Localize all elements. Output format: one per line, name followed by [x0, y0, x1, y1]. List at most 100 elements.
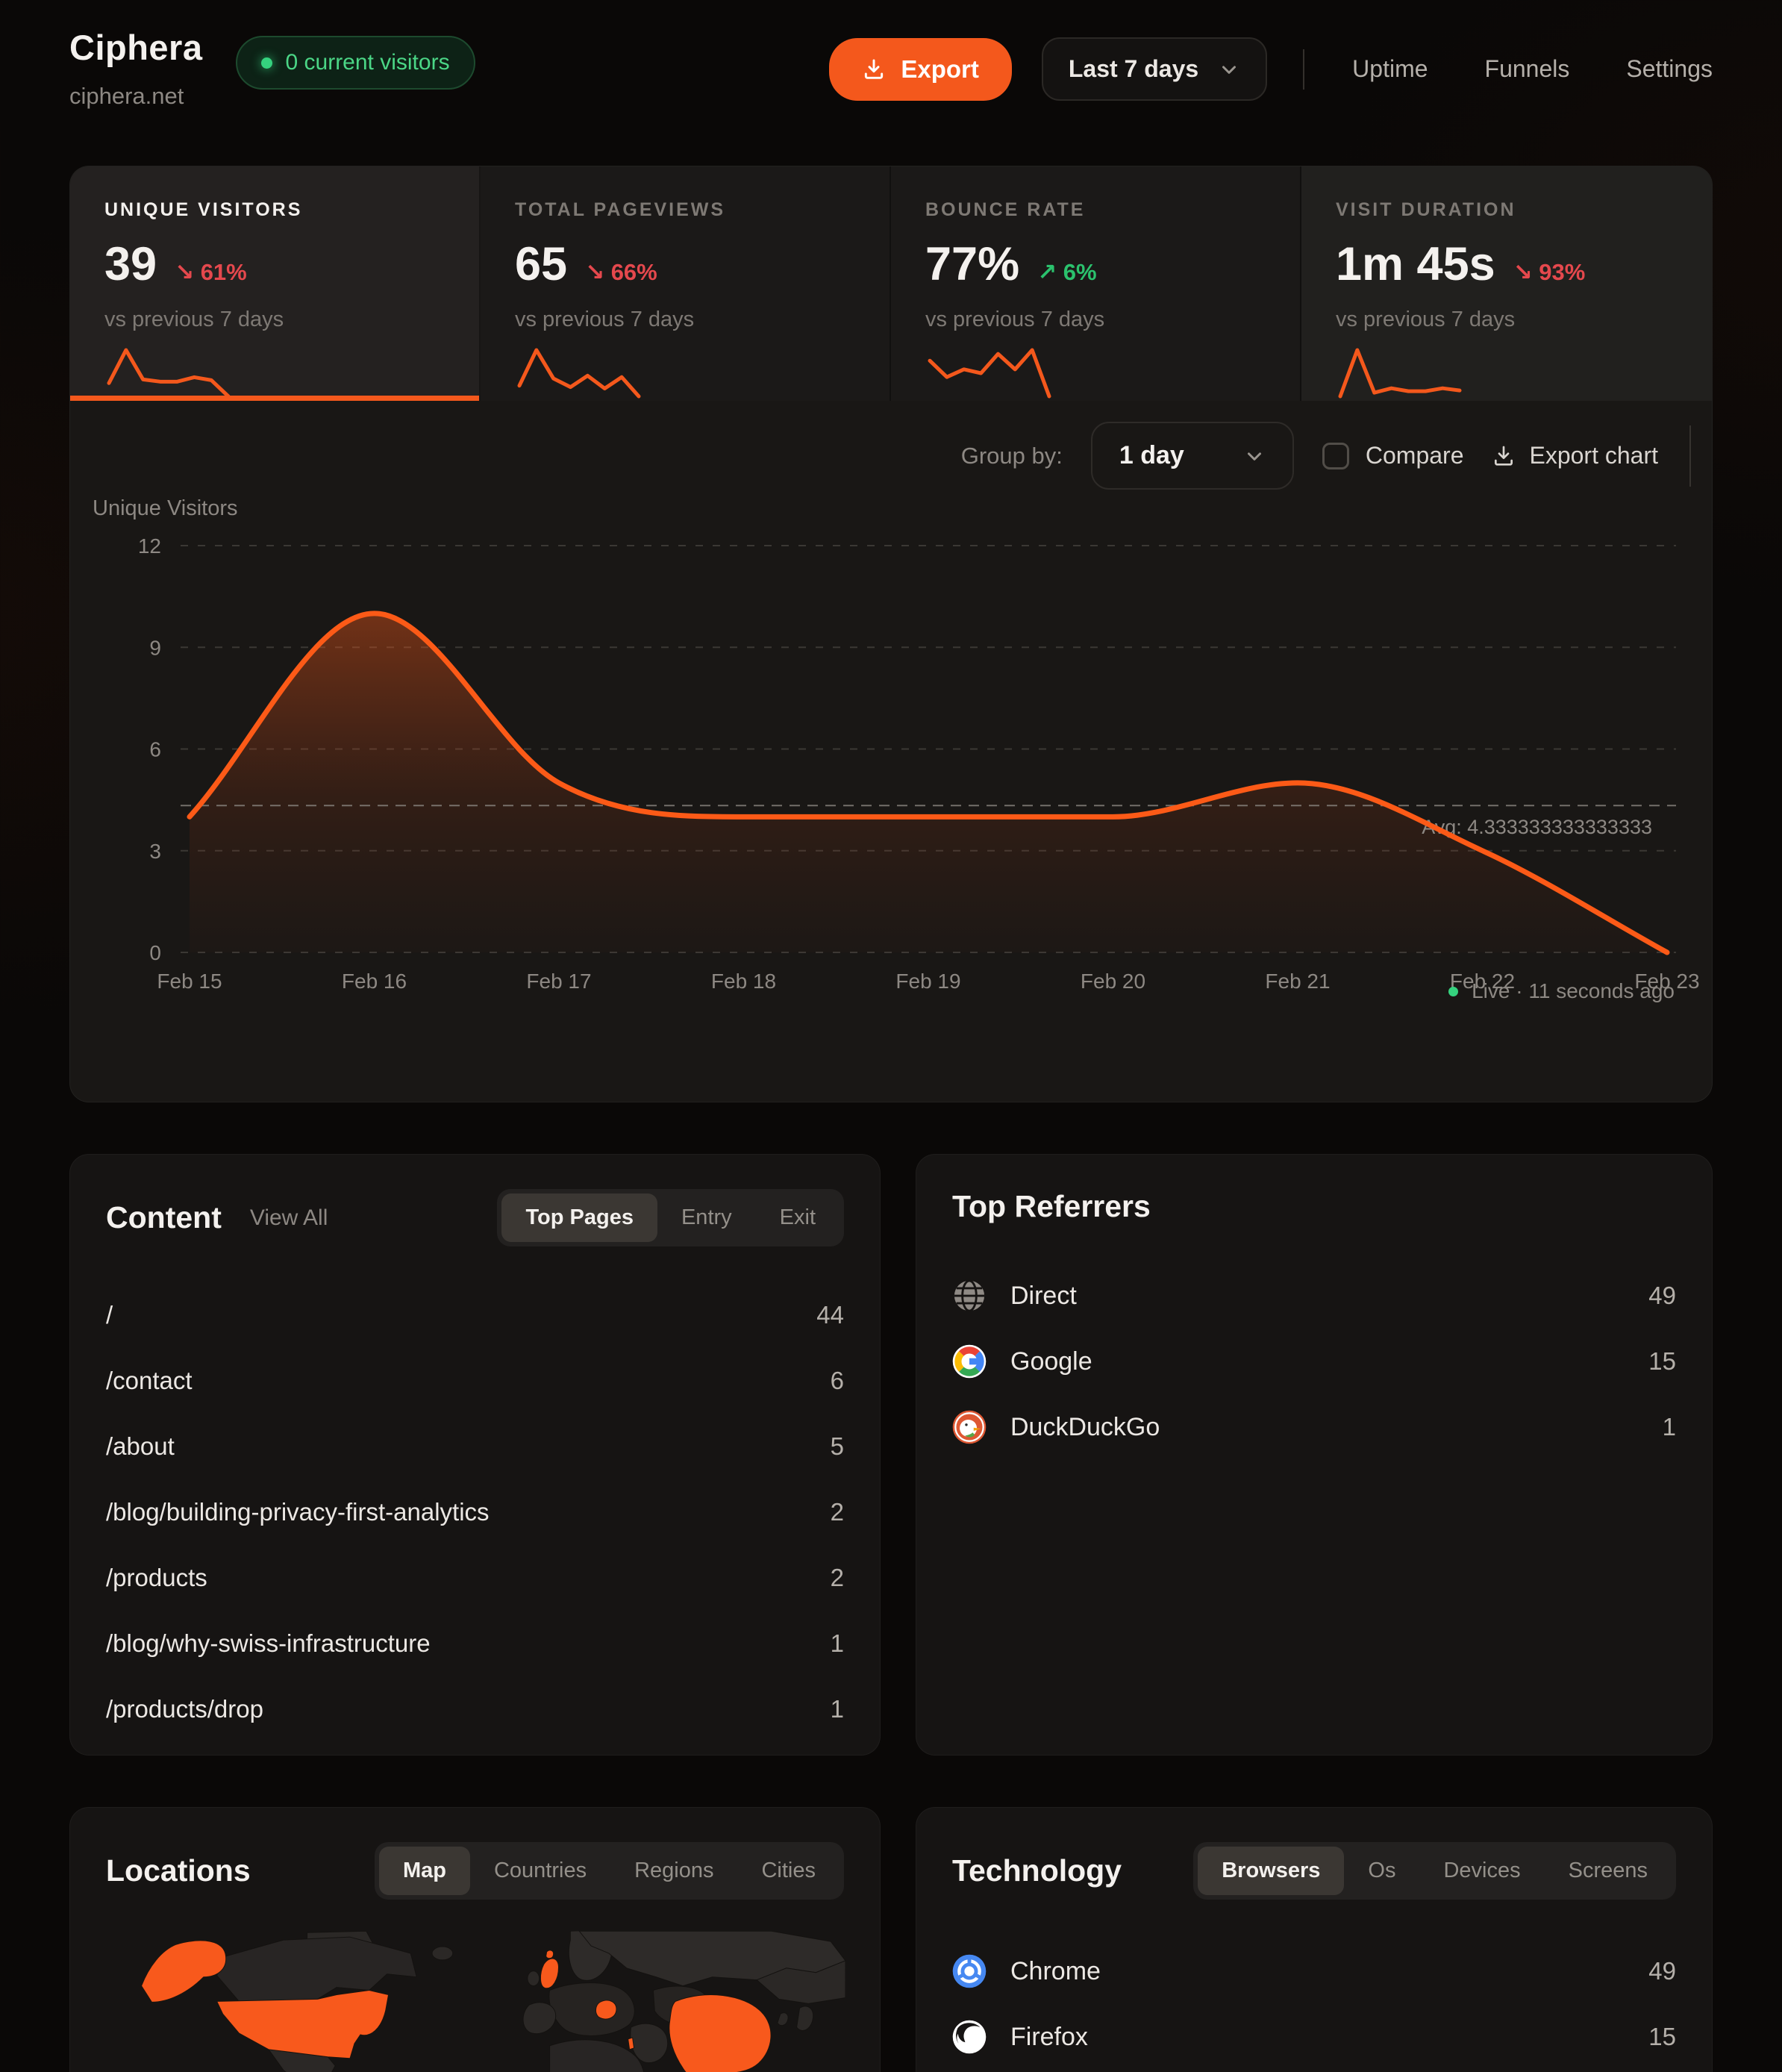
technology-card: Technology Browsers Os Devices Screens: [916, 1807, 1713, 2072]
stat-label: UNIQUE VISITORS: [104, 199, 445, 221]
export-chart-button[interactable]: Export chart: [1492, 442, 1658, 469]
referrer-row[interactable]: Google 15: [952, 1329, 1676, 1394]
brand-text: Ciphera ciphera.net: [69, 27, 203, 110]
stat-compare-label: vs previous 7 days: [104, 308, 445, 332]
date-range-select[interactable]: Last 7 days: [1042, 37, 1267, 101]
x-axis-label: Feb 18: [711, 970, 776, 993]
stat-delta-value: 93%: [1539, 259, 1585, 285]
live-status: Live · 11 seconds ago: [1448, 979, 1675, 1003]
locations-tabs: Map Countries Regions Cities: [375, 1842, 844, 1900]
trend-up-icon: ↗: [1037, 259, 1057, 285]
stat-total-pageviews[interactable]: TOTAL PAGEVIEWS 65 ↘ 66% vs previous 7 d…: [481, 166, 891, 401]
world-map[interactable]: [106, 1931, 844, 2072]
card-title: Content: [106, 1200, 222, 1235]
y-axis-tick: 9: [149, 636, 161, 659]
area-fill: [190, 614, 1667, 952]
referrer-name: DuckDuckGo: [1010, 1413, 1160, 1442]
tab-map[interactable]: Map: [379, 1847, 470, 1895]
compare-toggle[interactable]: Compare: [1322, 442, 1464, 469]
y-axis-tick: 0: [149, 941, 161, 964]
duckduckgo-icon: [952, 1410, 987, 1444]
green-dot-icon: [261, 57, 272, 69]
referrer-count: 15: [1648, 1347, 1676, 1376]
tab-screens[interactable]: Screens: [1545, 1847, 1672, 1895]
referrer-row[interactable]: Direct 49: [952, 1263, 1676, 1329]
export-label: Export: [901, 55, 979, 84]
top-pages-list: / 44 /contact 6 /about 5 /blog/building-…: [106, 1282, 844, 1742]
page-count: 2: [831, 1564, 844, 1592]
visitors-chart-area: Unique Visitors036912Avg: 4.333333333333…: [70, 490, 1712, 1027]
page-row[interactable]: / 44: [106, 1282, 844, 1348]
view-all-link[interactable]: View All: [250, 1205, 328, 1231]
page-row[interactable]: /contact 6: [106, 1348, 844, 1414]
date-range-value: Last 7 days: [1069, 55, 1198, 83]
trend-down-icon: ↘: [585, 259, 604, 285]
technology-card-header: Technology Browsers Os Devices Screens: [952, 1842, 1676, 1900]
browser-row[interactable]: Chrome 49: [952, 1938, 1676, 2004]
chart-title: Unique Visitors: [93, 496, 238, 520]
download-icon: [862, 57, 886, 81]
browsers-list: Chrome 49 Firefox 15: [952, 1938, 1676, 2072]
tab-browsers[interactable]: Browsers: [1198, 1847, 1344, 1895]
globe-icon: [952, 1279, 987, 1313]
stat-delta: ↘ 66%: [585, 259, 657, 286]
content-card-header: Content View All Top Pages Entry Exit: [106, 1189, 844, 1246]
stat-bounce-rate[interactable]: BOUNCE RATE 77% ↗ 6% vs previous 7 days: [891, 166, 1301, 401]
stat-visit-duration[interactable]: VISIT DURATION 1m 45s ↘ 93% vs previous …: [1301, 166, 1712, 401]
tab-top-pages[interactable]: Top Pages: [501, 1193, 657, 1242]
stat-value: 39: [104, 237, 157, 291]
referrers-card-header: Top Referrers: [952, 1189, 1676, 1224]
tab-exit[interactable]: Exit: [756, 1193, 840, 1242]
group-by-value: 1 day: [1119, 441, 1184, 470]
page-count: 44: [816, 1301, 844, 1329]
tab-devices[interactable]: Devices: [1419, 1847, 1544, 1895]
compare-checkbox[interactable]: [1322, 443, 1349, 469]
card-title: Locations: [106, 1853, 251, 1888]
page-row[interactable]: /products 2: [106, 1545, 844, 1611]
stat-label: TOTAL PAGEVIEWS: [515, 199, 855, 221]
card-title: Technology: [952, 1853, 1122, 1888]
site-name: Ciphera: [69, 27, 203, 68]
referrers-card: Top Referrers Direct 49: [916, 1154, 1713, 1756]
nav-item-funnels[interactable]: Funnels: [1485, 55, 1570, 83]
tab-regions[interactable]: Regions: [610, 1847, 737, 1895]
stat-compare-label: vs previous 7 days: [515, 308, 855, 332]
browser-name: Chrome: [1010, 1957, 1101, 1986]
sparkline-chart: [925, 346, 1054, 401]
compare-label: Compare: [1366, 442, 1464, 469]
page-row[interactable]: /about 5: [106, 1414, 844, 1479]
nav-item-settings[interactable]: Settings: [1626, 55, 1713, 83]
stat-delta-value: 6%: [1063, 259, 1097, 285]
stat-value: 77%: [925, 237, 1019, 291]
nav-item-uptime[interactable]: Uptime: [1352, 55, 1428, 83]
stat-value: 65: [515, 237, 567, 291]
live-status-text: Live · 11 seconds ago: [1472, 979, 1675, 1003]
tab-cities[interactable]: Cities: [737, 1847, 840, 1895]
tab-entry[interactable]: Entry: [657, 1193, 756, 1242]
y-axis-tick: 6: [149, 738, 161, 761]
current-visitors-badge[interactable]: 0 current visitors: [236, 36, 475, 90]
referrer-count: 1: [1663, 1413, 1676, 1441]
page-row[interactable]: /blog/building-privacy-first-analytics 2: [106, 1479, 844, 1545]
export-button[interactable]: Export: [829, 38, 1012, 101]
x-axis-label: Feb 20: [1081, 970, 1145, 993]
page-row[interactable]: /blog/why-swiss-infrastructure 1: [106, 1611, 844, 1676]
page-count: 2: [831, 1498, 844, 1526]
visitors-line-chart[interactable]: Unique Visitors036912Avg: 4.333333333333…: [70, 490, 1712, 1027]
world-map-svg: [106, 1931, 845, 2072]
page-path: /contact: [106, 1367, 193, 1395]
browser-row[interactable]: Firefox 15: [952, 2004, 1676, 2070]
tab-os[interactable]: Os: [1344, 1847, 1419, 1895]
page-row[interactable]: /products/drop 1: [106, 1676, 844, 1742]
referrer-count: 49: [1648, 1282, 1676, 1310]
page-count: 1: [831, 1629, 844, 1658]
stat-delta-value: 66%: [611, 259, 657, 285]
page-count: 1: [831, 1695, 844, 1723]
y-axis-tick: 3: [149, 840, 161, 863]
header-divider: [1303, 49, 1304, 90]
referrer-row[interactable]: DuckDuckGo 1: [952, 1394, 1676, 1460]
tab-countries[interactable]: Countries: [470, 1847, 610, 1895]
stat-unique-visitors[interactable]: UNIQUE VISITORS 39 ↘ 61% vs previous 7 d…: [70, 166, 481, 401]
content-tabs: Top Pages Entry Exit: [497, 1189, 844, 1246]
group-by-select[interactable]: 1 day: [1091, 422, 1294, 490]
